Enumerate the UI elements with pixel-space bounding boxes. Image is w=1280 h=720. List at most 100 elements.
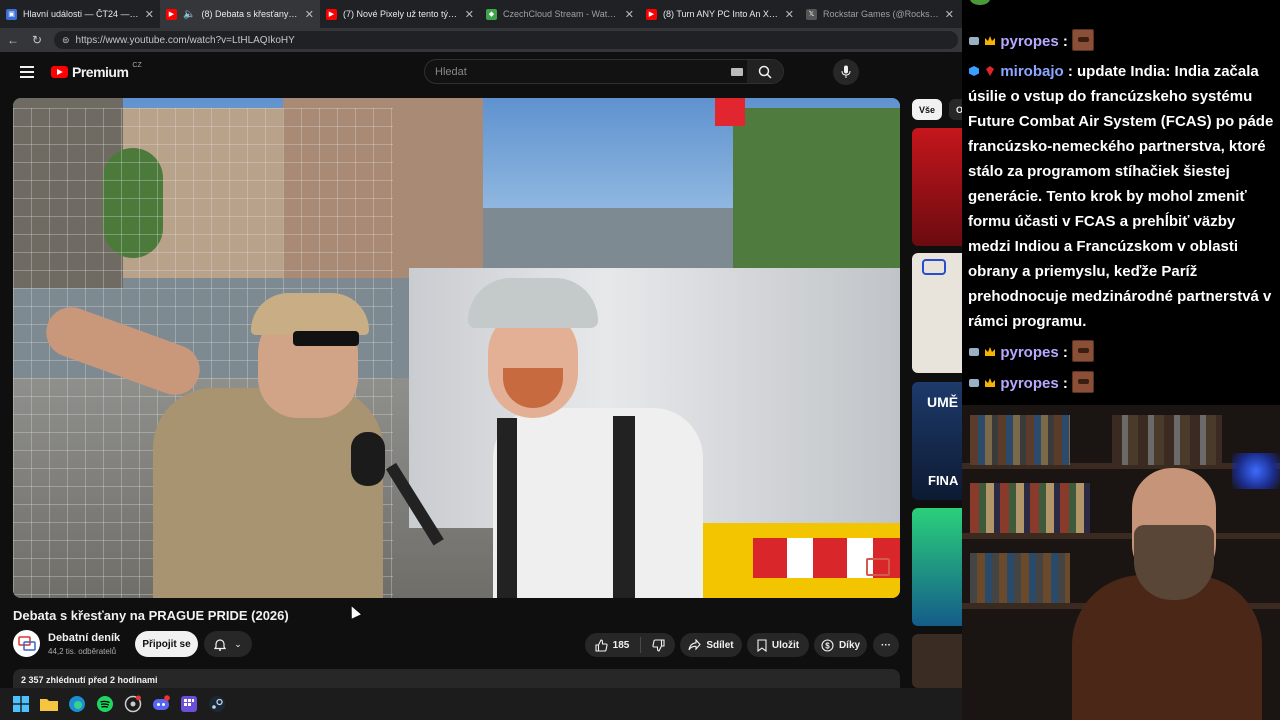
tab-title: CzechCloud Stream - Watch Live o	[503, 9, 619, 19]
search-input[interactable]: Hledat	[424, 59, 784, 84]
channel-watermark-icon[interactable]	[866, 558, 890, 576]
search-icon	[758, 65, 772, 79]
notifications-button[interactable]: ⌄	[204, 631, 252, 657]
filter-chip-all[interactable]: Vše	[912, 99, 942, 120]
stream-chat: pyropes : mirobajo : update India: India…	[962, 0, 1280, 405]
menu-icon[interactable]	[20, 66, 34, 78]
cube-badge-icon	[969, 66, 979, 76]
more-actions-button[interactable]: ···	[873, 633, 899, 657]
share-button[interactable]: Sdílet	[680, 633, 742, 657]
close-icon[interactable]: ✕	[625, 8, 634, 21]
chat-username[interactable]: pyropes	[1000, 33, 1058, 50]
tab-title: (8) Turn ANY PC Into An Xbox! HU	[663, 9, 779, 19]
reload-icon[interactable]: ↻	[30, 33, 44, 47]
chat-username[interactable]: pyropes	[1000, 375, 1058, 392]
chat-message: pyropes :	[968, 29, 1095, 54]
thumbnail-text: FINA	[928, 473, 959, 488]
chat-text: : update India: India začala úsilie o vs…	[968, 63, 1274, 330]
back-icon[interactable]: ←	[6, 33, 20, 47]
spotify-icon[interactable]	[96, 695, 114, 713]
youtube-play-icon	[51, 66, 68, 78]
video-scene-cap	[251, 293, 369, 335]
close-icon[interactable]: ✕	[785, 8, 794, 21]
youtube-logo[interactable]: Premium CZ	[51, 62, 142, 80]
thumbs-up-icon[interactable]	[595, 638, 608, 652]
tab-title: Rockstar Games (@RockstarGame	[823, 9, 939, 19]
video-scene-interviewee	[493, 408, 703, 598]
video-scene-backpack-strap	[613, 416, 635, 598]
screen: ▣ Hlavní události — ČT24 — Česká t ✕ ▶ 🔈…	[0, 0, 1280, 720]
tab-czechcloud[interactable]: ◆ CzechCloud Stream - Watch Live o ✕	[480, 0, 640, 28]
thanks-label: Díky	[838, 639, 861, 651]
webcam-scene-books	[970, 415, 1070, 465]
divider	[640, 637, 642, 653]
close-icon[interactable]: ✕	[945, 8, 954, 21]
steam-icon[interactable]	[208, 695, 226, 713]
tab-pixely[interactable]: ▶ (7) Nové Pixely už tento týden.. | R ✕	[320, 0, 480, 28]
recommended-thumbnail[interactable]	[912, 128, 962, 246]
video-player[interactable]	[13, 98, 900, 598]
view-count-date: 2 357 zhlédnutí před 2 hodinami	[21, 675, 158, 685]
speaker-icon[interactable]: 🔈	[183, 9, 195, 20]
edge-browser-icon[interactable]	[68, 695, 86, 713]
chat-username[interactable]: mirobajo	[1000, 63, 1063, 80]
tab-ct24[interactable]: ▣ Hlavní události — ČT24 — Česká t ✕	[0, 0, 160, 28]
join-button[interactable]: Připojit se	[135, 631, 198, 657]
webcam-scene-books	[970, 553, 1070, 603]
channel-avatar[interactable]	[13, 630, 40, 657]
tab-bar: ▣ Hlavní události — ČT24 — Česká t ✕ ▶ 🔈…	[0, 0, 962, 28]
chat-emote-row	[968, 0, 992, 14]
share-icon	[688, 639, 702, 651]
czechcloud-icon: ◆	[486, 8, 497, 20]
face-emote-icon	[1072, 340, 1095, 362]
search-button[interactable]	[747, 60, 783, 83]
mouse-cursor-icon	[347, 604, 361, 619]
url-field[interactable]: ⊜ https://www.youtube.com/watch?v=LtHLAQ…	[54, 31, 958, 49]
file-explorer-icon[interactable]	[40, 695, 58, 713]
discord-icon[interactable]	[152, 695, 170, 713]
thumbnail-logo-icon	[922, 259, 946, 275]
thanks-button[interactable]: $ Díky	[814, 633, 867, 657]
webcam-feed	[962, 405, 1280, 720]
windows-start-icon[interactable]	[12, 695, 30, 713]
app-grid-icon[interactable]	[180, 695, 198, 713]
obs-icon[interactable]	[124, 695, 142, 713]
tab-xbox[interactable]: ▶ (8) Turn ANY PC Into An Xbox! HU ✕	[640, 0, 800, 28]
tab-debata[interactable]: ▶ 🔈 (8) Debata s křesťany na PRAGUE ✕	[160, 0, 320, 28]
like-dislike-group: 185	[585, 633, 675, 657]
chat-text: :	[1062, 33, 1068, 50]
voice-search-button[interactable]	[833, 59, 859, 85]
video-scene-backpack-strap	[497, 418, 517, 598]
close-icon[interactable]: ✕	[145, 8, 154, 21]
bookmark-icon	[757, 638, 767, 652]
x-icon: 𝕏	[806, 8, 817, 20]
keyboard-icon[interactable]	[731, 68, 743, 76]
video-title: Debata s křesťany na PRAGUE PRIDE (2026)	[13, 608, 289, 623]
recommended-thumbnail[interactable]	[912, 508, 962, 626]
speech-bubbles-icon	[17, 635, 36, 651]
site-info-icon[interactable]: ⊜	[62, 35, 70, 46]
webcam-scene-books	[970, 483, 1090, 533]
face-emote-icon	[1072, 371, 1095, 393]
save-button[interactable]: Uložit	[747, 633, 809, 657]
channel-name[interactable]: Debatní deník	[48, 632, 120, 644]
video-scene-cap	[468, 278, 598, 328]
filter-chip-other[interactable]: O	[949, 99, 962, 120]
address-bar: ← ↻ ⊜ https://www.youtube.com/watch?v=Lt…	[0, 28, 962, 52]
thumbs-down-icon[interactable]	[652, 638, 665, 652]
video-scene-flag	[715, 98, 745, 126]
close-icon[interactable]: ✕	[465, 8, 474, 21]
recommended-thumbnail[interactable]	[912, 634, 962, 688]
description-box[interactable]: 2 357 zhlédnutí před 2 hodinami	[13, 669, 900, 688]
glitch-badge-icon	[969, 348, 979, 356]
chat-message: mirobajo : update India: India začala ús…	[968, 59, 1280, 334]
tab-rockstar[interactable]: 𝕏 Rockstar Games (@RockstarGame ✕	[800, 0, 960, 28]
glitch-badge-icon	[969, 379, 979, 387]
close-icon[interactable]: ✕	[305, 8, 314, 21]
chat-username[interactable]: pyropes	[1000, 344, 1058, 361]
youtube-icon: ▶	[646, 8, 657, 20]
url-text: https://www.youtube.com/watch?v=LtHLAQIk…	[75, 34, 295, 46]
gem-badge-icon	[986, 66, 995, 76]
like-count[interactable]: 185	[613, 640, 630, 651]
recommended-thumbnail[interactable]	[912, 253, 962, 373]
